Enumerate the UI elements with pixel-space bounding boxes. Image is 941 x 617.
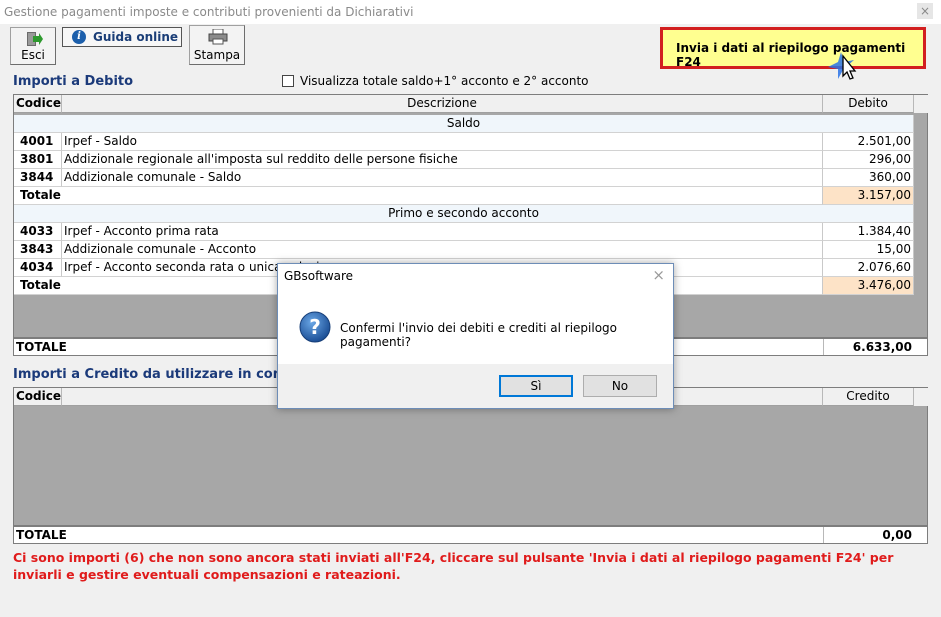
row-value: 2.076,60 xyxy=(823,259,914,277)
row-code: 3843 xyxy=(14,241,62,259)
column-header-credito[interactable]: Credito xyxy=(823,388,914,406)
column-header-codice[interactable]: Codice xyxy=(14,388,62,406)
row-description: Addizionale regionale all'imposta sul re… xyxy=(62,151,823,169)
table-row[interactable]: 3843 Addizionale comunale - Acconto 15,0… xyxy=(14,241,927,259)
column-header-debito[interactable]: Debito xyxy=(823,95,914,113)
row-value: 15,00 xyxy=(823,241,914,259)
dialog-button-bar: Sì No xyxy=(278,364,673,408)
subtotal-row-saldo: Totale 3.157,00 xyxy=(14,187,927,205)
grand-total-value: 0,00 xyxy=(823,527,914,543)
row-value: 2.501,00 xyxy=(823,133,914,151)
section-header-saldo: Saldo xyxy=(14,115,927,133)
subtotal-value: 3.157,00 xyxy=(823,187,914,205)
row-code: 3801 xyxy=(14,151,62,169)
esci-label: Esci xyxy=(21,48,45,62)
row-description: Addizionale comunale - Acconto xyxy=(62,241,823,259)
guida-online-button[interactable]: i Guida online xyxy=(62,27,182,47)
subtotal-value: 3.476,00 xyxy=(823,277,914,295)
row-value: 296,00 xyxy=(823,151,914,169)
mouse-cursor-icon xyxy=(828,52,857,80)
row-value: 1.384,40 xyxy=(823,223,914,241)
grand-total-label: TOTALE xyxy=(16,528,67,542)
row-value: 360,00 xyxy=(823,169,914,187)
question-icon-glyph: ? xyxy=(309,315,321,339)
subtotal-label: Totale xyxy=(14,187,823,205)
column-header-codice[interactable]: Codice xyxy=(14,95,62,113)
column-header-descrizione[interactable]: Descrizione xyxy=(62,95,823,113)
grand-total-value: 6.633,00 xyxy=(823,339,914,355)
esci-button[interactable]: Esci xyxy=(10,27,56,65)
row-description: Irpef - Saldo xyxy=(62,133,823,151)
row-code: 3844 xyxy=(14,169,62,187)
row-description: Addizionale comunale - Saldo xyxy=(62,169,823,187)
invia-riepilogo-f24-button[interactable]: Invia i dati al riepilogo pagamenti F24 xyxy=(660,27,926,69)
row-code: 4033 xyxy=(14,223,62,241)
confirm-dialog: GBsoftware × ? Confermi l'invio dei debi… xyxy=(277,263,674,409)
section-header-acconto: Primo e secondo acconto xyxy=(14,205,927,223)
yes-button[interactable]: Sì xyxy=(499,375,573,397)
credito-grand-total-row: TOTALE 0,00 xyxy=(13,526,928,544)
visualizza-totale-label: Visualizza totale saldo+1° acconto e 2° … xyxy=(300,74,589,88)
warning-message: Ci sono importi (6) che non sono ancora … xyxy=(13,550,894,582)
header-scroll-filler xyxy=(914,95,928,113)
dialog-close-button[interactable]: × xyxy=(652,266,665,284)
importi-debito-title: Importi a Debito xyxy=(13,74,134,89)
section-title: Saldo xyxy=(14,115,914,133)
header-scroll-filler xyxy=(914,388,928,406)
stampa-button[interactable]: Stampa xyxy=(189,25,245,65)
row-code: 4034 xyxy=(14,259,62,277)
stampa-label: Stampa xyxy=(193,48,241,62)
visualizza-totale-checkbox[interactable]: Visualizza totale saldo+1° acconto e 2° … xyxy=(282,74,589,88)
row-code: 4001 xyxy=(14,133,62,151)
no-button[interactable]: No xyxy=(583,375,657,397)
checkbox-box[interactable] xyxy=(282,75,294,87)
table-row[interactable]: 3844 Addizionale comunale - Saldo 360,00 xyxy=(14,169,927,187)
info-icon: i xyxy=(72,30,86,44)
row-description: Irpef - Acconto prima rata xyxy=(62,223,823,241)
printer-icon xyxy=(208,29,228,45)
grand-total-label: TOTALE xyxy=(16,340,67,354)
window-titlebar: Gestione pagamenti imposte e contributi … xyxy=(0,0,941,24)
invia-riepilogo-f24-label: Invia i dati al riepilogo pagamenti F24 xyxy=(676,41,906,69)
table-row[interactable]: 4001 Irpef - Saldo 2.501,00 xyxy=(14,133,927,151)
guida-online-label: Guida online xyxy=(93,30,179,44)
dialog-title: GBsoftware xyxy=(284,269,354,283)
window-close-button[interactable]: × xyxy=(917,3,933,19)
dialog-message: Confermi l'invio dei debiti e crediti al… xyxy=(340,321,618,349)
table-row[interactable]: 4033 Irpef - Acconto prima rata 1.384,40 xyxy=(14,223,927,241)
exit-icon xyxy=(27,32,43,46)
question-icon: ? xyxy=(299,311,331,343)
table-row[interactable]: 3801 Addizionale regionale all'imposta s… xyxy=(14,151,927,169)
debito-table-header: Codice Descrizione Debito xyxy=(14,95,928,113)
section-title: Primo e secondo acconto xyxy=(14,205,914,223)
window-title: Gestione pagamenti imposte e contributi … xyxy=(4,5,414,19)
